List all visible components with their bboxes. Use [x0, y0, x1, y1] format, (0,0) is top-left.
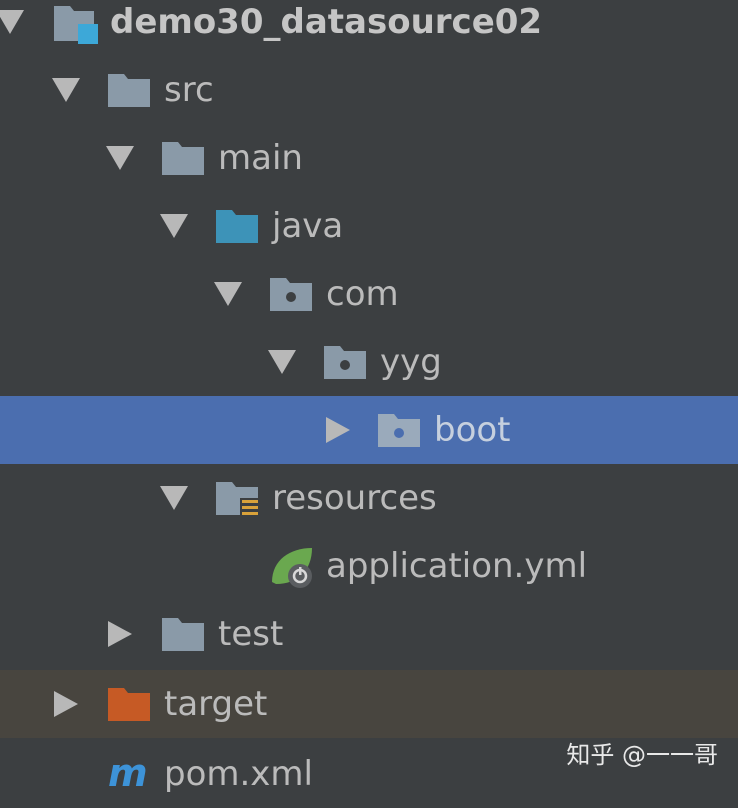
expand-arrow-icon[interactable] — [160, 486, 188, 510]
expand-arrow-icon[interactable] — [52, 78, 80, 102]
tree-item-label: yyg — [380, 342, 442, 382]
tree-item-label: boot — [434, 410, 511, 450]
tree-row-target[interactable]: target — [0, 670, 738, 738]
folder-icon — [106, 70, 152, 110]
tree-item-label: src — [164, 70, 214, 110]
expand-arrow-icon[interactable] — [160, 214, 188, 238]
tree-item-label: application.yml — [326, 546, 588, 586]
svg-text:m: m — [108, 752, 148, 792]
tree-item-label: pom.xml — [164, 754, 313, 794]
package-icon — [376, 410, 422, 450]
folder-icon — [160, 138, 206, 178]
tree-row-com[interactable]: com — [0, 260, 738, 328]
maven-icon: m — [106, 752, 152, 792]
tree-item-label: main — [218, 138, 303, 178]
tree-row-java[interactable]: java — [0, 192, 738, 260]
tree-item-label: com — [326, 274, 399, 314]
module-folder-icon — [52, 2, 98, 44]
resources-folder-icon — [214, 478, 260, 520]
package-icon — [322, 342, 368, 382]
tree-item-label: test — [218, 614, 284, 654]
expand-arrow-icon[interactable] — [106, 146, 134, 170]
tree-row-resources[interactable]: resources — [0, 464, 738, 532]
tree-row-module-root[interactable]: demo30_datasource02 — [0, 0, 738, 56]
collapse-arrow-icon[interactable] — [326, 417, 350, 443]
tree-row-src[interactable]: src — [0, 56, 738, 124]
tree-item-label: resources — [272, 478, 437, 518]
package-icon — [268, 274, 314, 314]
expand-arrow-icon[interactable] — [0, 10, 24, 34]
expand-arrow-icon[interactable] — [268, 350, 296, 374]
tree-item-label: demo30_datasource02 — [110, 2, 543, 42]
watermark: 知乎 @一一哥 — [566, 741, 718, 769]
expand-arrow-icon[interactable] — [214, 282, 242, 306]
tree-row-yyg[interactable]: yyg — [0, 328, 738, 396]
project-tree: demo30_datasource02 src main java com yy… — [0, 0, 738, 794]
excluded-folder-icon — [106, 684, 152, 724]
tree-item-label: java — [272, 206, 344, 246]
tree-item-label: target — [164, 684, 268, 724]
folder-icon — [160, 614, 206, 654]
source-folder-icon — [214, 206, 260, 246]
tree-row-main[interactable]: main — [0, 124, 738, 192]
collapse-arrow-icon[interactable] — [54, 691, 78, 717]
tree-row-test[interactable]: test — [0, 600, 738, 668]
tree-row-application-yml[interactable]: application.yml — [0, 532, 738, 600]
tree-row-boot[interactable]: boot — [0, 396, 738, 464]
collapse-arrow-icon[interactable] — [108, 621, 132, 647]
spring-config-icon — [268, 542, 314, 588]
